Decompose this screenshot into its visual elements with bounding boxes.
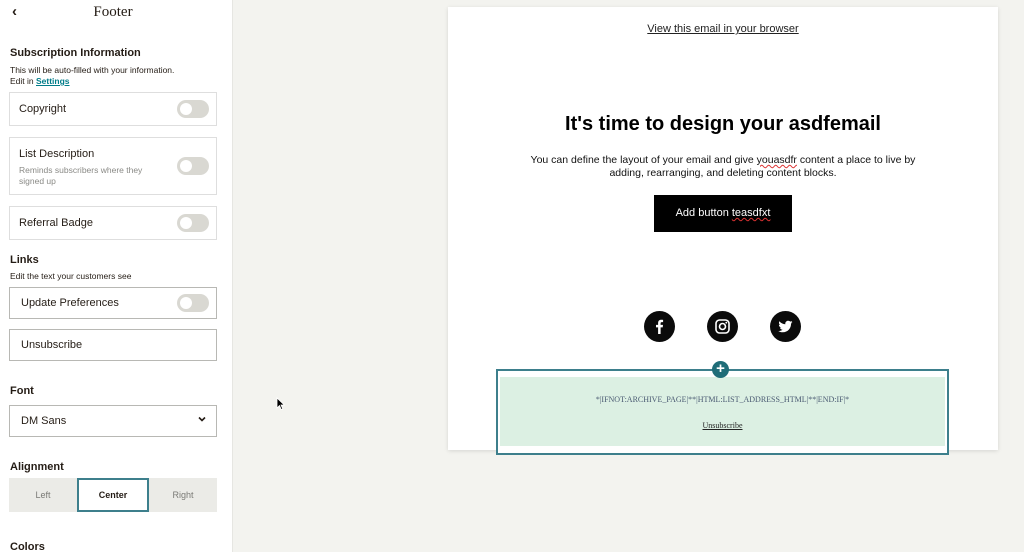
toggle-knob	[180, 103, 192, 115]
facebook-icon[interactable]	[644, 311, 675, 342]
links-heading: Links	[10, 254, 39, 266]
update-preferences-toggle[interactable]	[177, 294, 209, 312]
subscription-desc-line1: This will be auto-filled with your infor…	[10, 65, 175, 75]
misspelled-word: youasdfr	[756, 154, 797, 166]
instagram-icon[interactable]	[707, 311, 738, 342]
footer-block-selected[interactable]: *|IFNOT:ARCHIVE_PAGE|**|HTML:LIST_ADDRES…	[496, 369, 949, 455]
footer-unsubscribe-link[interactable]: Unsubscribe	[500, 421, 945, 430]
chevron-down-icon	[197, 414, 207, 427]
subscription-info-heading: Subscription Information	[10, 47, 141, 59]
update-preferences-field[interactable]: Update Preferences	[9, 287, 217, 319]
cta-misspelled-word: teasdfxt	[731, 207, 771, 219]
settings-link[interactable]: Settings	[36, 76, 70, 86]
footer-merge-tags: *|IFNOT:ARCHIVE_PAGE|**|HTML:LIST_ADDRES…	[595, 395, 850, 404]
copyright-option: Copyright	[9, 92, 217, 126]
update-preferences-label: Update Preferences	[21, 297, 119, 309]
unsubscribe-link-field[interactable]: Unsubscribe	[9, 329, 217, 361]
alignment-heading: Alignment	[10, 461, 64, 473]
referral-badge-toggle[interactable]	[177, 214, 209, 232]
email-body-text[interactable]: You can define the layout of your email …	[528, 154, 918, 180]
body-text-part1: You can define the layout of your email …	[530, 154, 757, 166]
copyright-toggle[interactable]	[177, 100, 209, 118]
list-description-toggle[interactable]	[177, 157, 209, 175]
unsubscribe-link-text: Unsubscribe	[21, 339, 83, 351]
subscription-info-description: This will be auto-filled with your infor…	[10, 65, 174, 87]
colors-heading: Colors	[10, 541, 45, 552]
font-heading: Font	[10, 385, 34, 397]
copyright-label: Copyright	[19, 103, 67, 115]
email-headline[interactable]: It's time to design your asdfemail	[448, 113, 998, 136]
referral-badge-option: Referral Badge	[9, 206, 217, 240]
subscription-desc-line2: Edit in Settings	[10, 76, 174, 87]
panel-title: Footer	[93, 4, 133, 20]
alignment-left[interactable]: Left	[9, 478, 77, 512]
social-links	[644, 311, 804, 343]
font-select-value: DM Sans	[21, 415, 67, 427]
toggle-knob	[180, 160, 192, 172]
twitter-icon[interactable]	[770, 311, 801, 342]
cta-text-part1: Add button	[675, 207, 732, 219]
email-canvas: View this email in your browser It's tim…	[234, 0, 1024, 552]
add-block-plus-icon[interactable]: +	[712, 361, 729, 378]
list-description-option: List Description Reminds subscribers whe…	[9, 137, 217, 195]
panel-header: ‹ Footer	[0, 0, 232, 26]
footer-settings-panel: ‹ Footer Subscription Information This w…	[0, 0, 233, 552]
alignment-segmented-control: Left Center Right	[9, 478, 217, 512]
alignment-right[interactable]: Right	[149, 478, 217, 512]
view-in-browser-link[interactable]: View this email in your browser	[448, 23, 998, 35]
referral-badge-label: Referral Badge	[19, 217, 93, 229]
email-cta-button[interactable]: Add button teasdfxt	[654, 195, 792, 232]
links-description: Edit the text your customers see	[10, 271, 132, 281]
alignment-center[interactable]: Center	[77, 478, 149, 512]
font-select[interactable]: DM Sans	[9, 405, 217, 437]
edit-in-text: Edit in	[10, 76, 36, 86]
list-description-sublabel: Reminds subscribers where they signed up	[19, 165, 143, 186]
list-description-label: List Description	[19, 148, 95, 160]
toggle-knob	[180, 217, 192, 229]
toggle-knob	[180, 297, 192, 309]
footer-content: *|IFNOT:ARCHIVE_PAGE|**|HTML:LIST_ADDRES…	[500, 377, 945, 446]
